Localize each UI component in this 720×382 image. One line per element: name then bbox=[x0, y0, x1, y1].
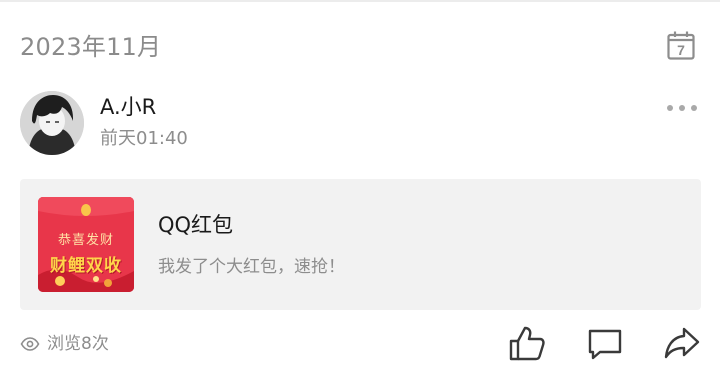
view-count-label: 浏览8次 bbox=[47, 334, 109, 354]
calendar-day: 7 bbox=[677, 42, 685, 58]
post-time: 前天01:40 bbox=[100, 128, 188, 149]
month-header: 2023年11月 bbox=[20, 33, 162, 61]
red-packet-card[interactable]: 恭喜发财 财鲤双收 QQ红包 我发了个大红包，速抢！ bbox=[20, 179, 701, 310]
card-title: QQ红包 bbox=[158, 213, 234, 237]
top-divider bbox=[0, 0, 720, 2]
red-packet-headline: 财鲤双收 bbox=[50, 256, 122, 276]
card-description: 我发了个大红包，速抢！ bbox=[158, 257, 345, 277]
share-icon[interactable] bbox=[663, 324, 701, 362]
calendar-icon[interactable]: 7 bbox=[667, 30, 695, 60]
author-name[interactable]: A.小R bbox=[100, 93, 156, 121]
like-icon[interactable] bbox=[508, 324, 546, 362]
eye-icon bbox=[20, 337, 40, 351]
more-options-icon[interactable] bbox=[665, 100, 699, 116]
red-packet-greeting: 恭喜发财 bbox=[57, 233, 114, 248]
avatar[interactable] bbox=[20, 91, 84, 155]
comment-icon[interactable] bbox=[586, 324, 624, 362]
red-packet-thumbnail: 恭喜发财 财鲤双收 bbox=[38, 197, 134, 292]
